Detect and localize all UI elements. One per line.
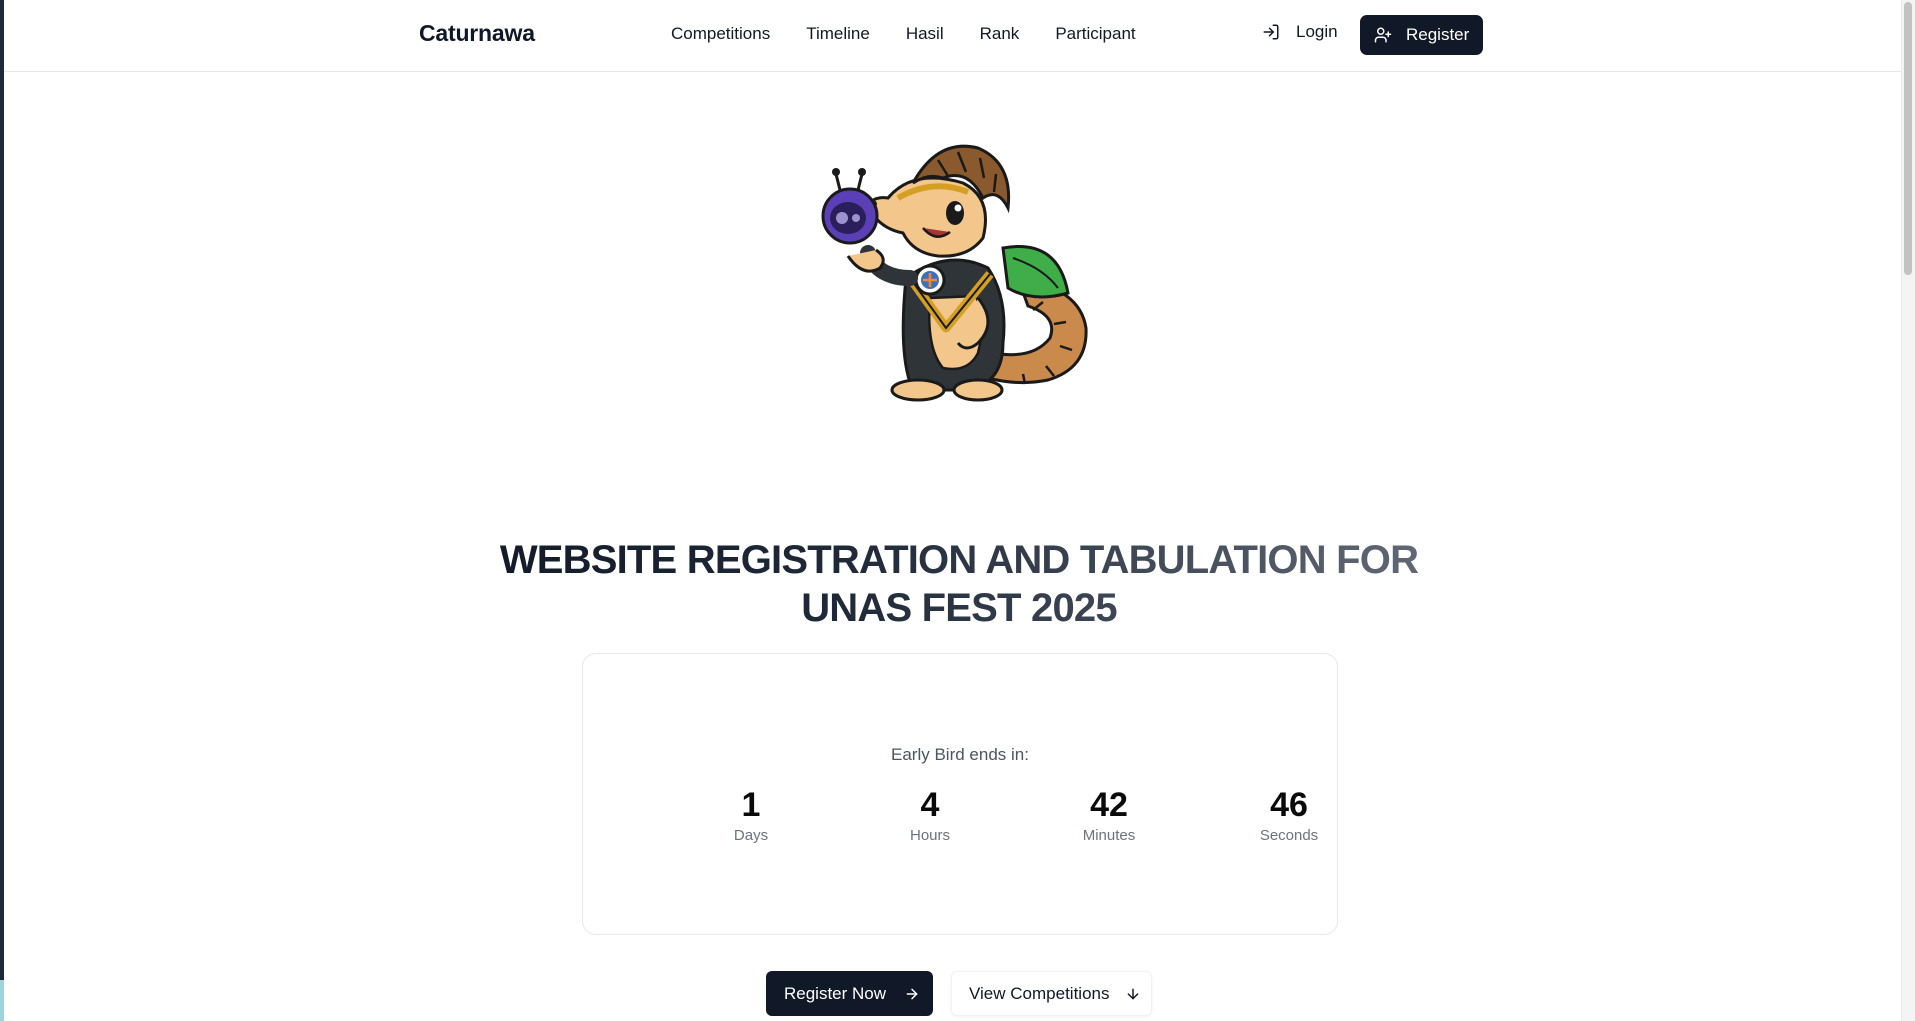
scrollbar[interactable] [1901, 0, 1915, 1021]
main-nav: Competitions Timeline Hasil Rank Partici… [671, 24, 1172, 44]
headline-line-2: UNAS FEST 2025 [801, 586, 1117, 630]
view-competitions-button[interactable]: View Competitions [951, 971, 1152, 1016]
brand-logo[interactable]: Caturnawa [419, 20, 535, 47]
countdown-seconds-value: 46 [1270, 786, 1308, 824]
scrollbar-thumb[interactable] [1904, 2, 1912, 275]
countdown-seconds: 46 Seconds [1229, 785, 1349, 844]
nav-rank[interactable]: Rank [980, 24, 1020, 44]
arrow-down-icon [1128, 988, 1139, 999]
countdown-days: 1 Days [691, 785, 811, 844]
countdown-hours-value: 4 [920, 786, 940, 824]
login-link[interactable]: Login [1262, 22, 1338, 42]
register-label: Register [1406, 25, 1470, 44]
window-edge [0, 0, 4, 1021]
nav-hasil[interactable]: Hasil [906, 24, 944, 44]
countdown-days-value: 1 [741, 786, 761, 824]
user-plus-icon [1374, 27, 1392, 43]
nav-competitions[interactable]: Competitions [671, 24, 770, 44]
arrow-right-icon [906, 988, 918, 999]
login-icon [1263, 24, 1279, 40]
countdown-card: Early Bird ends in: 1 Days 4 Hours 42 Mi… [582, 653, 1338, 935]
hero-headline: WEBSITE REGISTRATION AND TABULATION FOR … [404, 536, 1514, 632]
countdown-label: Early Bird ends in: [891, 745, 1029, 764]
register-button[interactable]: Register [1360, 15, 1483, 55]
countdown-hours-label: Hours [909, 827, 950, 844]
register-now-button[interactable]: Register Now [766, 971, 933, 1016]
login-label: Login [1296, 22, 1338, 41]
top-navbar: Caturnawa Competitions Timeline Hasil Ra… [4, 0, 1901, 72]
view-competitions-label: View Competitions [969, 983, 1110, 1003]
register-now-label: Register Now [784, 983, 887, 1003]
nav-timeline[interactable]: Timeline [806, 24, 870, 44]
headline-line-1: WEBSITE REGISTRATION AND TABULATION FOR [499, 538, 1419, 582]
countdown-seconds-label: Seconds [1259, 827, 1319, 844]
countdown-days-label: Days [733, 827, 769, 844]
countdown-minutes-value: 42 [1090, 786, 1128, 824]
countdown-minutes-label: Minutes [1082, 827, 1136, 844]
countdown-minutes: 42 Minutes [1049, 785, 1169, 844]
nav-participant[interactable]: Participant [1055, 24, 1135, 44]
mascot-image [821, 144, 1088, 402]
countdown-hours: 4 Hours [870, 785, 990, 844]
